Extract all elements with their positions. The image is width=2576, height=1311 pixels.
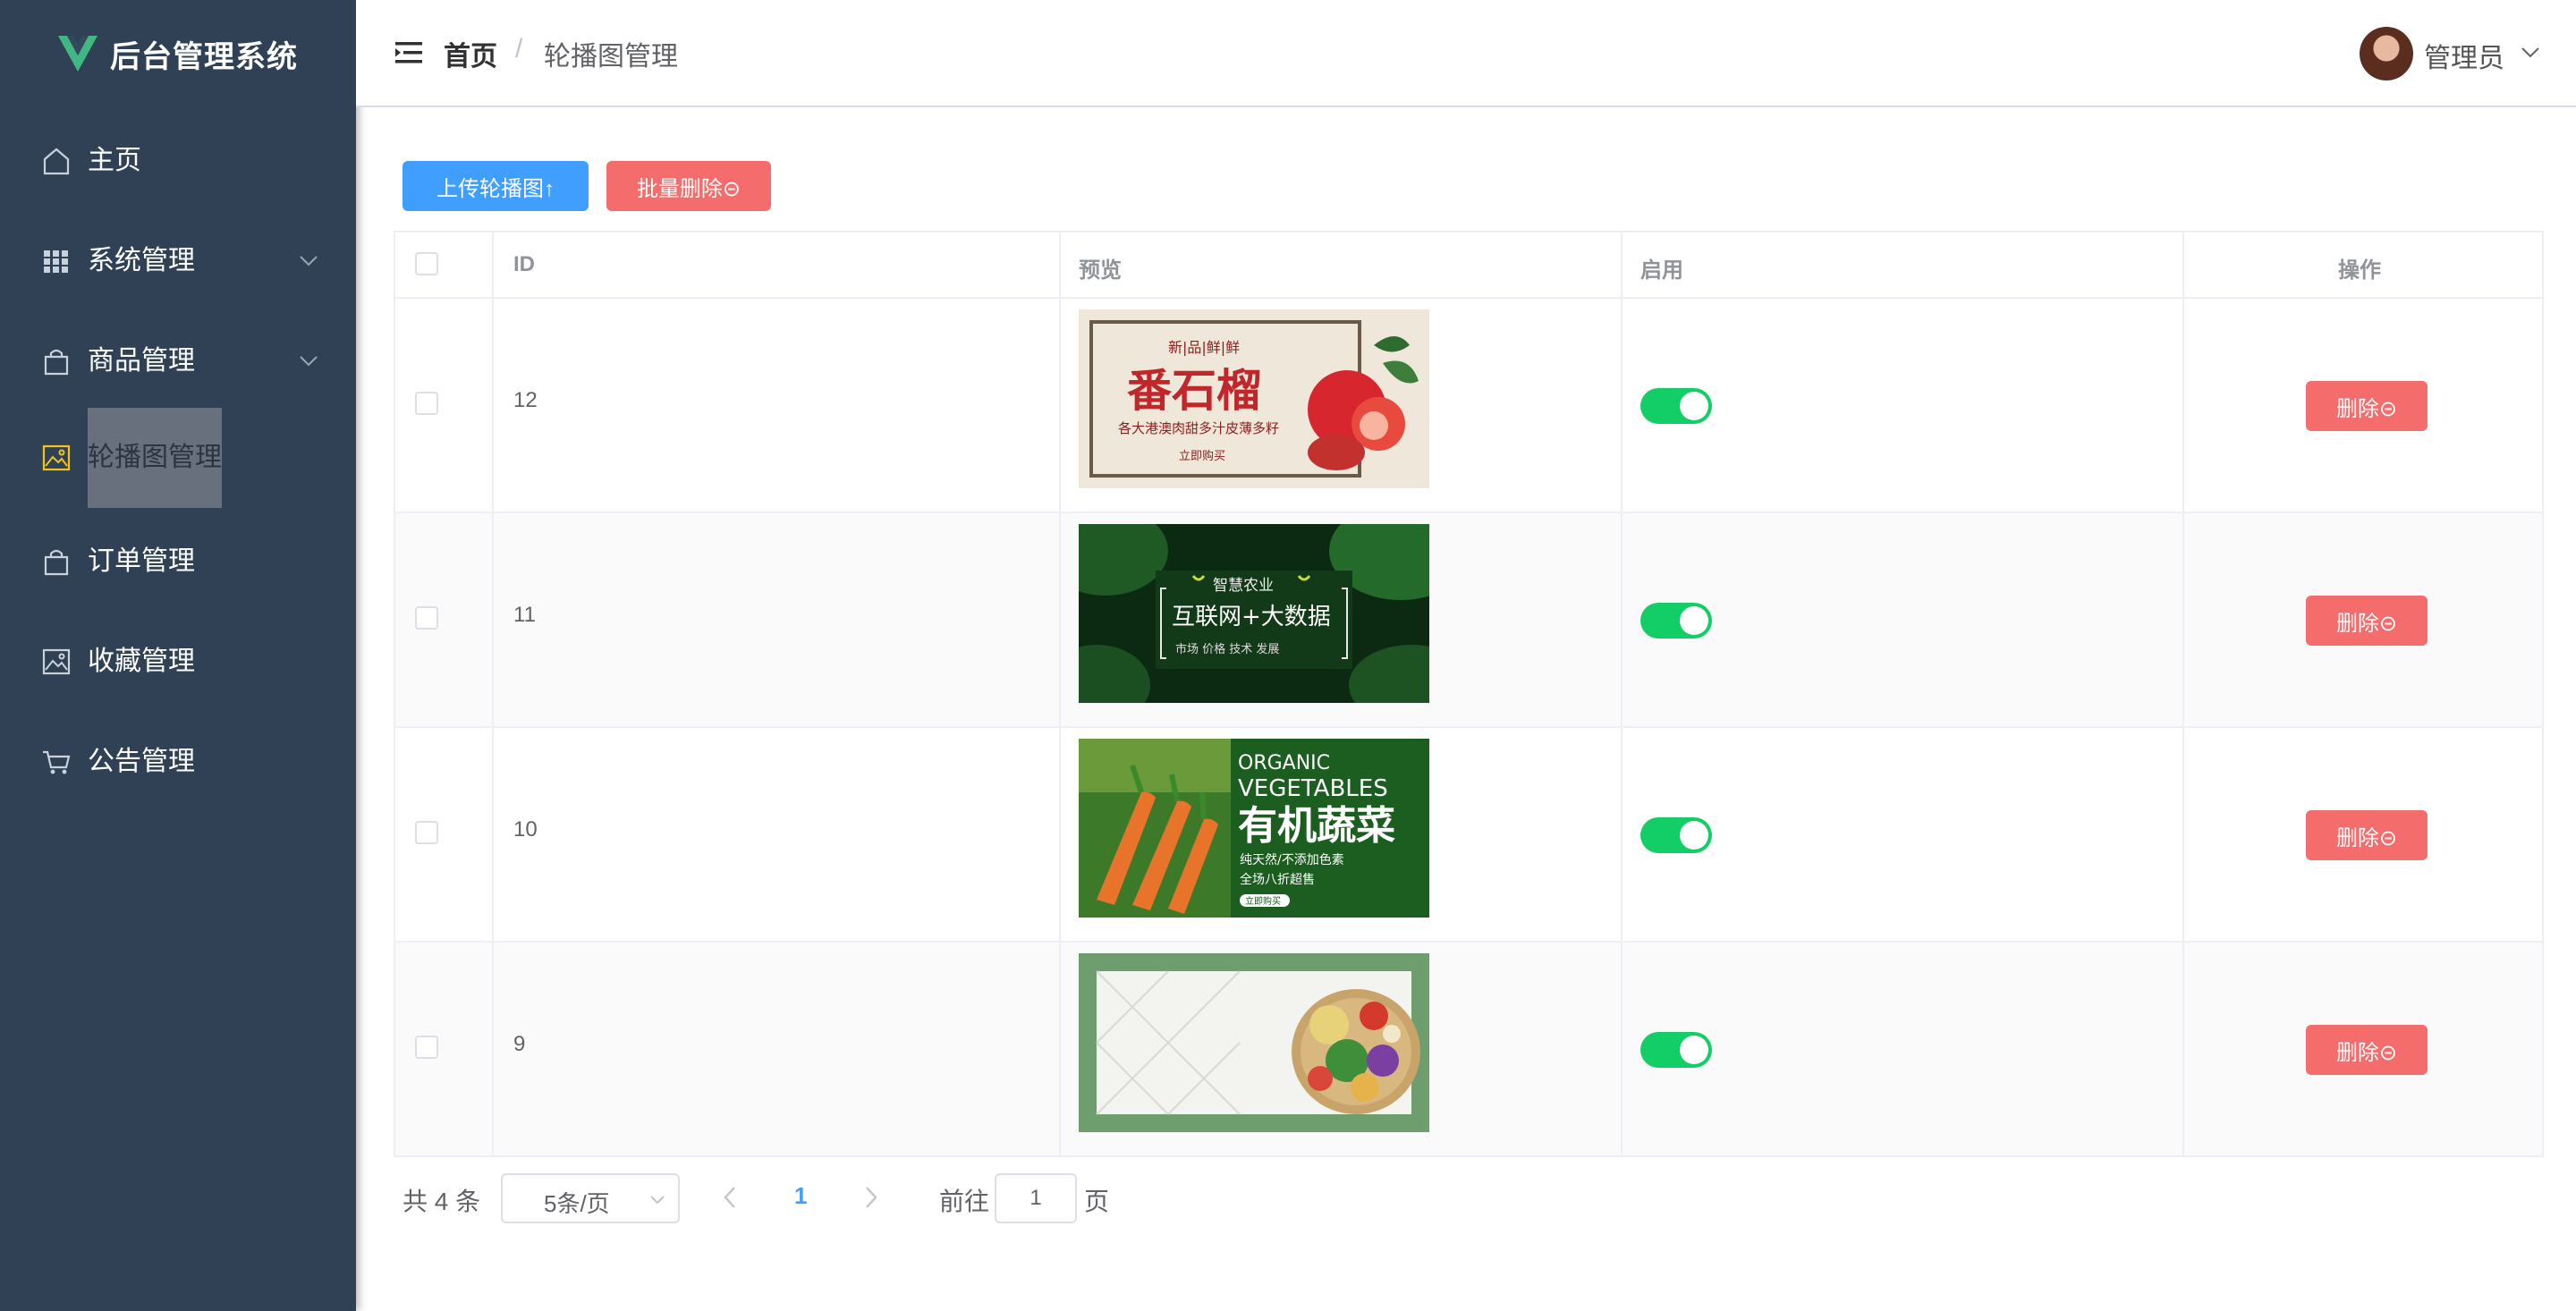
brand: 后台管理系统 xyxy=(0,0,356,107)
sidebar-item-notices[interactable]: 公告管理 xyxy=(0,712,356,812)
svg-text:番石榴: 番石榴 xyxy=(1127,365,1261,417)
row-id: 12 xyxy=(513,388,538,412)
page-number-current[interactable]: 1 xyxy=(794,1182,807,1210)
navbar: 首页 / 轮播图管理 管理员 xyxy=(356,0,2576,107)
picture-icon xyxy=(42,444,71,471)
switch-knob xyxy=(1680,821,1708,850)
svg-text:各大港澳肉甜多汁皮薄多籽: 各大港澳肉甜多汁皮薄多籽 xyxy=(1118,420,1279,436)
sidebar-item-label: 轮播图管理 xyxy=(88,408,222,508)
chevron-down-icon[interactable] xyxy=(2521,47,2540,59)
breadcrumb-home[interactable]: 首页 xyxy=(444,34,497,73)
picture-icon xyxy=(42,648,71,675)
row-id: 10 xyxy=(513,817,538,842)
delete-button[interactable]: 删除⊝ xyxy=(2306,381,2428,431)
chevron-down-icon xyxy=(300,356,318,367)
svg-text:市场 价格 技术 发展: 市场 价格 技术 发展 xyxy=(1175,642,1279,656)
table-row: 11 智慧农业 互联网+大数据 市场 价格 技术 发展 删除⊝ xyxy=(395,513,2542,728)
chevron-down-icon xyxy=(300,256,318,266)
svg-text:立即购买: 立即购买 xyxy=(1245,895,1281,907)
sidebar-item-label: 公告管理 xyxy=(88,747,195,776)
user-name[interactable]: 管理员 xyxy=(2424,36,2504,75)
enabled-switch[interactable] xyxy=(1640,817,1712,853)
grid-icon xyxy=(44,250,68,273)
column-header-enabled: 启用 xyxy=(1640,258,1683,283)
column-header-actions: 操作 xyxy=(2338,258,2381,283)
enabled-switch[interactable] xyxy=(1640,603,1712,639)
carousel-preview-image xyxy=(1079,953,1429,1132)
pagination-total: 共 4 条 xyxy=(402,1188,481,1215)
table-header-row: ID 预览 启用 操作 xyxy=(395,233,2542,299)
switch-knob xyxy=(1680,1036,1708,1064)
row-checkbox[interactable] xyxy=(415,821,438,844)
sidebar-item-orders[interactable]: 订单管理 xyxy=(0,512,356,612)
bag-icon xyxy=(44,349,69,376)
sidebar-item-carousel[interactable]: 轮播图管理 xyxy=(0,408,356,508)
row-id: 9 xyxy=(513,1032,526,1056)
delete-button[interactable]: 删除⊝ xyxy=(2306,810,2428,860)
row-id: 11 xyxy=(513,603,536,627)
column-header-id: ID xyxy=(513,252,535,276)
carousel-preview-image: ORGANIC VEGETABLES 有机蔬菜 纯天然/不添加色素 全场八折超售… xyxy=(1079,739,1429,918)
carousel-preview-image: 新|品|鲜|鲜 番石榴 各大港澳肉甜多汁皮薄多籽 立即购买 xyxy=(1079,309,1429,488)
sidebar-item-favorites[interactable]: 收藏管理 xyxy=(0,612,356,712)
brand-title: 后台管理系统 xyxy=(110,39,298,74)
table-row: 9 删除⊝ xyxy=(395,943,2542,1155)
goto-label: 前往 xyxy=(939,1188,990,1215)
switch-knob xyxy=(1680,606,1708,635)
table-row: 10 ORGANIC VEGETABLES 有机蔬菜 纯天然/不添加色素 全场八… xyxy=(395,728,2542,943)
svg-text:全场八折超售: 全场八折超售 xyxy=(1240,872,1315,887)
enabled-switch[interactable] xyxy=(1640,1032,1712,1068)
select-all-checkbox[interactable] xyxy=(415,252,438,275)
sidebar-item-label: 系统管理 xyxy=(88,246,195,275)
breadcrumb-current: 轮播图管理 xyxy=(544,42,678,72)
batch-delete-button[interactable]: 批量删除⊝ xyxy=(606,161,771,211)
chevron-down-icon xyxy=(650,1196,665,1205)
delete-button[interactable]: 删除⊝ xyxy=(2306,1025,2428,1075)
home-icon xyxy=(43,148,70,175)
svg-text:VEGETABLES: VEGETABLES xyxy=(1238,775,1388,802)
carousel-table: ID 预览 启用 操作 12 新|品|鲜|鲜 番石榴 各大港澳肉甜多汁皮薄多籽 … xyxy=(394,231,2544,1157)
svg-text:互联网+大数据: 互联网+大数据 xyxy=(1172,604,1331,630)
prev-page-icon[interactable] xyxy=(723,1186,737,1209)
column-header-preview: 预览 xyxy=(1079,258,1122,283)
goto-suffix: 页 xyxy=(1084,1188,1110,1215)
svg-text:ORGANIC: ORGANIC xyxy=(1238,752,1330,774)
delete-button[interactable]: 删除⊝ xyxy=(2306,596,2428,646)
enabled-switch[interactable] xyxy=(1640,388,1712,424)
sidebar-item-home[interactable]: 主页 xyxy=(0,111,356,211)
svg-text:智慧农业: 智慧农业 xyxy=(1213,577,1274,595)
upload-carousel-button[interactable]: 上传轮播图↑ xyxy=(402,161,589,211)
cart-icon xyxy=(43,750,71,774)
svg-text:新|品|鲜|鲜: 新|品|鲜|鲜 xyxy=(1168,339,1240,356)
goto-page-input[interactable] xyxy=(995,1173,1077,1223)
svg-text:纯天然/不添加色素: 纯天然/不添加色素 xyxy=(1240,852,1344,867)
sidebar-item-system[interactable]: 系统管理 xyxy=(0,211,356,311)
carousel-preview-image: 智慧农业 互联网+大数据 市场 价格 技术 发展 xyxy=(1079,524,1429,703)
row-checkbox[interactable] xyxy=(415,392,438,415)
hamburger-icon[interactable] xyxy=(395,41,422,64)
breadcrumb-separator: / xyxy=(515,34,523,63)
avatar[interactable] xyxy=(2360,27,2413,80)
next-page-icon[interactable] xyxy=(864,1186,878,1209)
page-size-select[interactable]: 5条/页 xyxy=(501,1173,680,1223)
sidebar-item-label: 订单管理 xyxy=(88,546,195,576)
sidebar-item-label: 收藏管理 xyxy=(88,647,195,676)
vue-logo-icon xyxy=(58,36,97,72)
sidebar-item-label: 商品管理 xyxy=(88,346,195,376)
svg-text:有机蔬菜: 有机蔬菜 xyxy=(1238,803,1395,849)
row-checkbox[interactable] xyxy=(415,606,438,630)
page-size-value: 5条/页 xyxy=(544,1190,610,1217)
bag-icon xyxy=(44,549,69,576)
table-row: 12 新|品|鲜|鲜 番石榴 各大港澳肉甜多汁皮薄多籽 立即购买 删除⊝ xyxy=(395,299,2542,513)
switch-knob xyxy=(1680,392,1708,420)
sidebar: 后台管理系统 主页 系统管理 商品管理 轮播图管理 订单管理 收藏管理 公告管理 xyxy=(0,0,356,1311)
sidebar-item-label: 主页 xyxy=(88,146,141,175)
sidebar-item-goods[interactable]: 商品管理 xyxy=(0,311,356,411)
row-checkbox[interactable] xyxy=(415,1036,438,1059)
svg-text:立即购买: 立即购买 xyxy=(1179,449,1225,463)
